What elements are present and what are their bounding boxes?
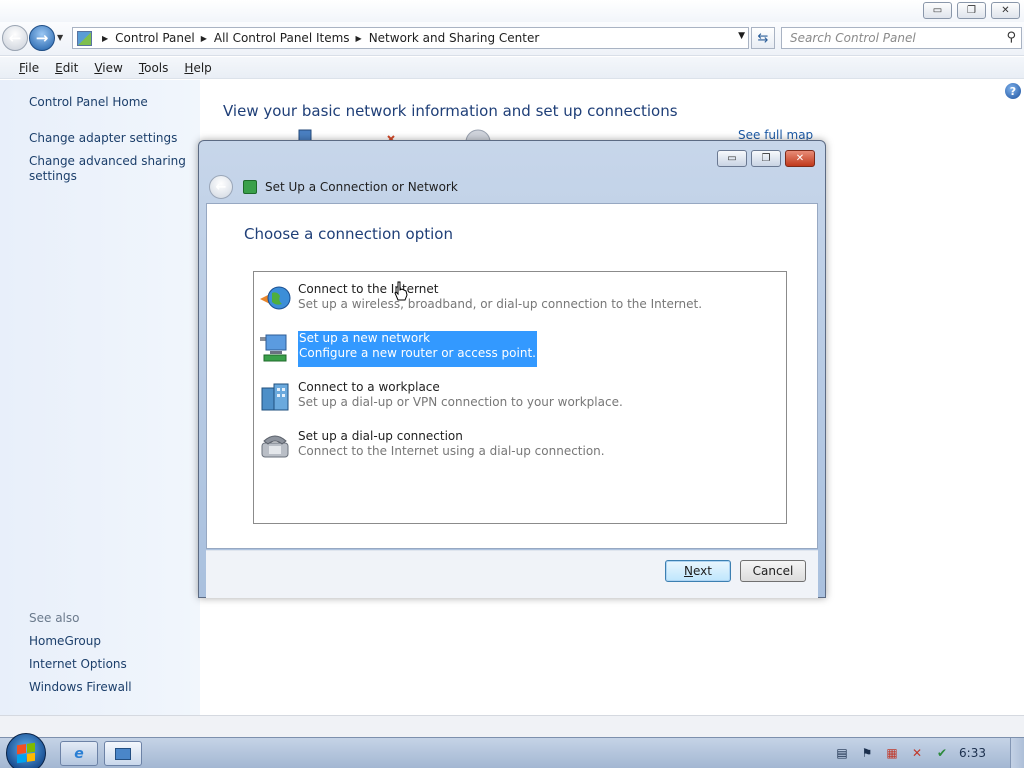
recent-pages-dropdown-icon[interactable]: ▼ <box>57 33 63 42</box>
security-icon[interactable]: ✔ <box>934 745 950 761</box>
internet-options-link[interactable]: Internet Options <box>29 657 189 672</box>
window-controls: ▭ ❐ ✕ <box>923 2 1020 19</box>
phone-icon <box>261 435 289 458</box>
option-title: Set up a dial-up connection <box>298 429 463 443</box>
back-arrow-icon: ← <box>8 29 22 47</box>
setup-connection-dialog: ▭ ❐ ✕ ← Set Up a Connection or Network C… <box>198 140 826 598</box>
taskbar: e ▤ ⚑ ▦ ✕ ✔ 6:33 <box>0 733 1024 768</box>
cancel-button-label: Cancel <box>752 564 794 578</box>
option-description: Set up a wireless, broadband, or dial-up… <box>298 297 703 311</box>
taskbar-internet-explorer[interactable]: e <box>60 741 98 766</box>
menu-file[interactable]: File <box>19 61 39 75</box>
notepad-icon[interactable]: ▤ <box>834 745 850 761</box>
back-button[interactable]: ← <box>2 25 28 51</box>
breadcrumb-separator-icon[interactable]: ▶ <box>356 34 362 43</box>
homegroup-link[interactable]: HomeGroup <box>29 634 189 649</box>
menu-view[interactable]: View <box>94 61 122 75</box>
taskbar-control-panel[interactable] <box>104 741 142 766</box>
connection-options-list: Connect to the Internet Set up a wireles… <box>253 271 787 524</box>
network-setup-icon <box>243 180 257 194</box>
globe-icon <box>260 286 291 310</box>
left-navigation-pane: Control Panel Home Change adapter settin… <box>0 80 200 715</box>
option-description: Connect to the Internet using a dial-up … <box>298 444 605 458</box>
show-desktop-button[interactable] <box>1010 738 1024 768</box>
dialog-heading: Choose a connection option <box>244 225 453 243</box>
option-text: Connect to a workplace Set up a dial-up … <box>298 380 623 416</box>
next-button-label: Next <box>684 564 712 578</box>
breadcrumb-all-items[interactable]: All Control Panel Items <box>214 31 350 45</box>
page-title: View your basic network information and … <box>223 102 678 120</box>
change-advanced-sharing-link[interactable]: Change advanced sharing settings <box>29 154 189 184</box>
option-text: Set up a dial-up connection Connect to t… <box>298 429 605 465</box>
option-dialup[interactable]: Set up a dial-up connection Connect to t… <box>258 429 778 465</box>
restore-button[interactable]: ❐ <box>957 2 986 19</box>
volume-muted-icon[interactable]: ✕ <box>909 745 925 761</box>
control-panel-icon <box>77 30 92 46</box>
dialog-window-controls: ▭ ❐ ✕ <box>717 150 815 167</box>
status-bar <box>0 715 1024 737</box>
option-new-network[interactable]: Set up a new network Configure a new rou… <box>258 331 778 367</box>
network-computer-icon <box>260 334 287 362</box>
close-button[interactable]: ✕ <box>991 2 1020 19</box>
see-also-heading: See also <box>29 611 80 625</box>
dialog-close-button[interactable]: ✕ <box>785 150 815 167</box>
windows-firewall-link[interactable]: Windows Firewall <box>29 680 189 695</box>
hand-cursor-icon <box>394 281 408 301</box>
dialog-minimize-button[interactable]: ▭ <box>717 150 747 167</box>
dialog-back-button[interactable]: ← <box>209 175 233 199</box>
start-button[interactable] <box>6 733 46 768</box>
breadcrumb-control-panel[interactable]: Control Panel <box>115 31 195 45</box>
back-arrow-icon: ← <box>215 179 227 195</box>
option-text: Connect to the Internet Set up a wireles… <box>298 282 702 318</box>
dialog-body: Choose a connection option Connect to th… <box>206 203 818 549</box>
menu-bar: File Edit View Tools Help <box>0 57 1024 79</box>
internet-explorer-icon: e <box>74 745 84 762</box>
breadcrumb-network-sharing[interactable]: Network and Sharing Center <box>369 31 540 45</box>
menu-help[interactable]: Help <box>184 61 211 75</box>
option-title: Connect to a workplace <box>298 380 440 394</box>
refresh-icon: ⇆ <box>757 30 769 46</box>
breadcrumb-separator-icon[interactable]: ▶ <box>102 34 108 43</box>
forward-button[interactable]: → <box>29 25 55 51</box>
change-adapter-settings-link[interactable]: Change adapter settings <box>29 131 189 146</box>
system-tray: ▤ ⚑ ▦ ✕ ✔ <box>834 745 950 761</box>
window-title-bar: ▭ ❐ ✕ <box>0 0 1024 22</box>
control-panel-taskbar-icon <box>115 747 131 760</box>
search-input[interactable]: Search Control Panel ⚲ <box>781 27 1022 49</box>
workplace-icon <box>261 383 289 411</box>
cancel-button[interactable]: Cancel <box>740 560 806 582</box>
control-panel-home-link[interactable]: Control Panel Home <box>29 95 189 110</box>
next-button[interactable]: Next <box>665 560 731 582</box>
search-icon[interactable]: ⚲ <box>1006 30 1016 45</box>
dialog-footer: Next Cancel <box>206 550 818 598</box>
option-description: Set up a dial-up or VPN connection to yo… <box>298 395 623 409</box>
address-dropdown-icon[interactable]: ▼ <box>738 31 745 41</box>
address-bar-row: ← → ▼ ▶ Control Panel ▶ All Control Pane… <box>0 22 1024 56</box>
help-icon[interactable]: ? <box>1005 83 1021 99</box>
dialog-header: ← Set Up a Connection or Network <box>207 172 817 202</box>
menu-edit[interactable]: Edit <box>55 61 78 75</box>
option-connect-internet[interactable]: Connect to the Internet Set up a wireles… <box>258 282 778 318</box>
minimize-button[interactable]: ▭ <box>923 2 952 19</box>
menu-tools[interactable]: Tools <box>139 61 169 75</box>
flag-icon[interactable]: ⚑ <box>859 745 875 761</box>
dialog-title: Set Up a Connection or Network <box>265 180 458 194</box>
option-text: Set up a new network Configure a new rou… <box>298 331 537 367</box>
forward-arrow-icon: → <box>35 29 49 47</box>
network-icon[interactable]: ▦ <box>884 745 900 761</box>
option-title: Set up a new network <box>299 331 431 345</box>
dialog-maximize-button[interactable]: ❐ <box>751 150 781 167</box>
windows-logo-icon <box>17 742 35 764</box>
option-title: Connect to the Internet <box>298 282 439 296</box>
clock[interactable]: 6:33 <box>959 746 986 760</box>
address-bar[interactable]: ▶ Control Panel ▶ All Control Panel Item… <box>72 27 749 49</box>
breadcrumb-separator-icon[interactable]: ▶ <box>201 34 207 43</box>
search-placeholder: Search Control Panel <box>790 31 916 45</box>
refresh-button[interactable]: ⇆ <box>751 27 775 49</box>
option-connect-workplace[interactable]: Connect to a workplace Set up a dial-up … <box>258 380 778 416</box>
option-description: Configure a new router or access point. <box>299 346 536 360</box>
